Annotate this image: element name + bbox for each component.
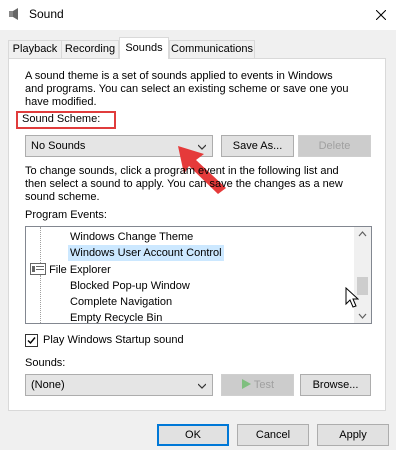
- window-title: Sound: [29, 7, 64, 21]
- test-label: Test: [253, 379, 275, 391]
- program-events-list[interactable]: Windows Change Theme Windows User Accoun…: [25, 226, 372, 324]
- list-item-category[interactable]: File Explorer: [30, 262, 111, 278]
- startup-sound-label[interactable]: Play Windows Startup sound: [43, 334, 184, 346]
- tab-playback[interactable]: Playback: [8, 40, 62, 58]
- tree-line: [40, 227, 41, 267]
- close-icon: [376, 10, 386, 20]
- sounds-label: Sounds:: [25, 357, 66, 369]
- intro-line: A sound theme is a set of sounds applied…: [25, 70, 333, 82]
- ok-button[interactable]: OK: [157, 424, 229, 446]
- scroll-up-icon: [358, 231, 367, 237]
- speaker-icon: [9, 8, 18, 20]
- list-item[interactable]: Empty Recycle Bin: [70, 310, 162, 323]
- delete-button[interactable]: Delete: [298, 135, 371, 157]
- list-item-selected[interactable]: Windows User Account Control: [68, 245, 224, 261]
- startup-sound-checkbox[interactable]: [25, 334, 38, 347]
- intro-line: and programs. You can select an existing…: [25, 83, 349, 95]
- checkmark-icon: [27, 337, 36, 345]
- category-icon: [30, 263, 46, 275]
- list-item[interactable]: Complete Navigation: [70, 294, 172, 310]
- apply-button[interactable]: Apply: [317, 424, 389, 446]
- program-events-label: Program Events:: [25, 209, 107, 221]
- browse-button[interactable]: Browse...: [300, 374, 371, 396]
- close-button[interactable]: [366, 0, 396, 30]
- instructions-line: To change sounds, click a program event …: [25, 165, 339, 177]
- instructions-line: sound scheme.: [25, 191, 100, 203]
- intro-line: have modified.: [25, 96, 97, 108]
- mouse-cursor-icon: [345, 287, 359, 308]
- sounds-value: (None): [31, 379, 65, 391]
- instructions-text: To change sounds, click a program event …: [25, 165, 343, 204]
- sound-scheme-value: No Sounds: [31, 140, 86, 152]
- category-label: File Explorer: [49, 264, 111, 276]
- list-item[interactable]: Blocked Pop-up Window: [70, 278, 190, 294]
- tab-sounds[interactable]: Sounds: [119, 37, 169, 59]
- cancel-button[interactable]: Cancel: [237, 424, 309, 446]
- tab-communications[interactable]: Communications: [169, 40, 255, 58]
- play-icon: [241, 379, 251, 389]
- intro-text: A sound theme is a set of sounds applied…: [25, 70, 348, 109]
- test-button[interactable]: Test: [221, 374, 294, 396]
- list-item[interactable]: Windows Change Theme: [70, 229, 193, 245]
- tab-recording[interactable]: Recording: [61, 40, 119, 58]
- sounds-select[interactable]: (None): [25, 374, 213, 396]
- instructions-line: then select a sound to apply. You can sa…: [25, 178, 343, 190]
- chevron-down-icon: [198, 383, 206, 389]
- tree-line: [40, 275, 41, 323]
- scroll-down-icon: [358, 313, 367, 319]
- sound-scheme-label: Sound Scheme:: [22, 113, 101, 125]
